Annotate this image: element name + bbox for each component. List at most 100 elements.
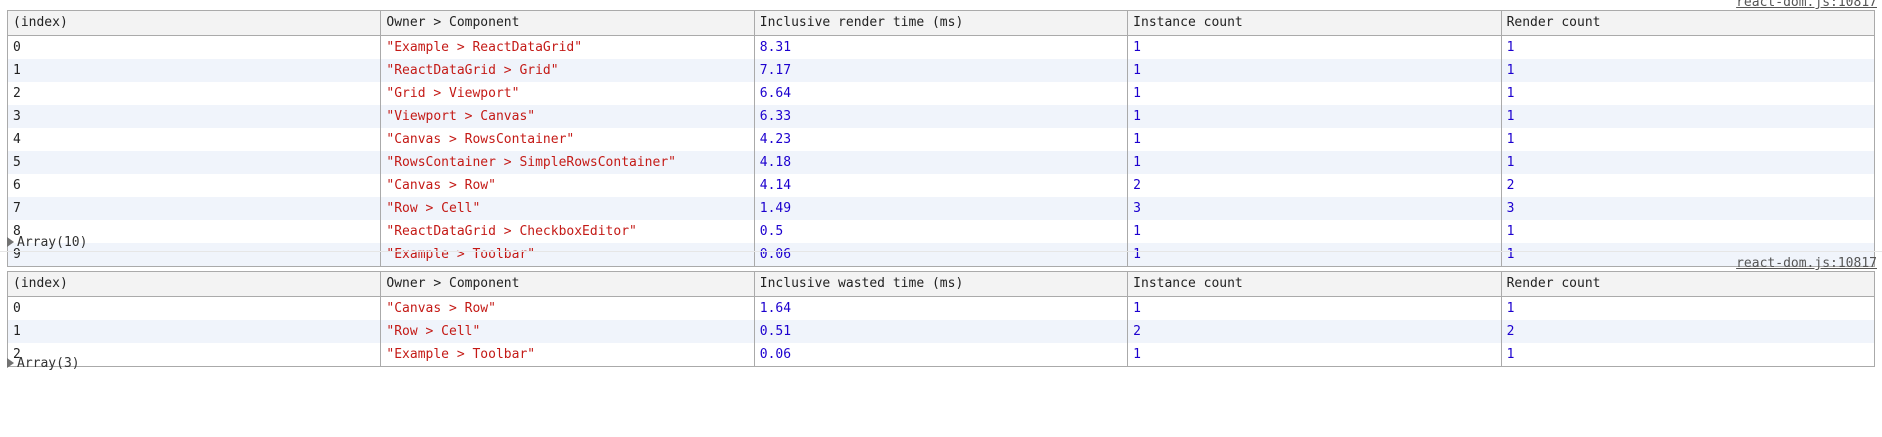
table-row: 6 "Canvas > Row" 4.14 2 2 <box>6 174 1876 197</box>
cell-index: 0 <box>6 296 382 320</box>
wasted-time-table: (index) Owner > Component Inclusive wast… <box>6 271 1876 367</box>
cell-time: 0.06 <box>753 343 1129 367</box>
column-header-owner-component[interactable]: Owner > Component <box>380 10 755 36</box>
cell-instance-count: 2 <box>1127 320 1502 343</box>
table-row: 9 "Example > Toolbar" 0.06 1 1 <box>6 243 1876 267</box>
table-header-row: (index) Owner > Component Inclusive wast… <box>6 271 1876 297</box>
render-time-table: (index) Owner > Component Inclusive rend… <box>6 10 1876 267</box>
cell-time: 4.18 <box>753 151 1129 174</box>
table-header-row: (index) Owner > Component Inclusive rend… <box>6 10 1876 36</box>
cell-index: 4 <box>6 128 382 151</box>
column-header-render-count[interactable]: Render count <box>1500 10 1876 36</box>
source-link[interactable]: react-dom.js:10817 <box>1736 0 1877 10</box>
column-header-index[interactable]: (index) <box>6 10 382 36</box>
cell-owner-component: "ReactDataGrid > Grid" <box>380 59 755 82</box>
cell-owner-component: "ReactDataGrid > CheckboxEditor" <box>380 220 755 243</box>
column-header-instance-count[interactable]: Instance count <box>1127 271 1502 297</box>
table-row: 5 "RowsContainer > SimpleRowsContainer" 4.… <box>6 151 1876 174</box>
cell-index: 7 <box>6 197 382 220</box>
cell-time: 0.06 <box>753 243 1129 267</box>
table-row: 7 "Row > Cell" 1.49 3 3 <box>6 197 1876 220</box>
column-header-inclusive-render-time[interactable]: Inclusive render time (ms) <box>753 10 1129 36</box>
source-link[interactable]: react-dom.js:10817 <box>1736 257 1877 271</box>
cell-render-count: 1 <box>1500 220 1876 243</box>
cell-instance-count: 1 <box>1127 82 1502 105</box>
table-row: 2 "Grid > Viewport" 6.64 1 1 <box>6 82 1876 105</box>
table-row: 2 "Example > Toolbar" 0.06 1 1 <box>6 343 1876 367</box>
cell-render-count: 1 <box>1500 128 1876 151</box>
column-header-inclusive-wasted-time[interactable]: Inclusive wasted time (ms) <box>753 271 1129 297</box>
cell-owner-component: "Row > Cell" <box>380 197 755 220</box>
table-body: 0 "Example > ReactDataGrid" 8.31 1 1 1 "ReactD… <box>6 35 1876 267</box>
column-header-owner-component[interactable]: Owner > Component <box>380 271 755 297</box>
cell-instance-count: 1 <box>1127 151 1502 174</box>
cell-index: 1 <box>6 320 382 343</box>
table-row: 4 "Canvas > RowsContainer" 4.23 1 1 <box>6 128 1876 151</box>
cell-render-count: 2 <box>1500 174 1876 197</box>
column-header-instance-count[interactable]: Instance count <box>1127 10 1502 36</box>
cell-index: 3 <box>6 105 382 128</box>
cell-owner-component: "Viewport > Canvas" <box>380 105 755 128</box>
cell-time: 7.17 <box>753 59 1129 82</box>
console-table: (index) Owner > Component Inclusive wast… <box>6 271 1876 367</box>
cell-render-count: 1 <box>1500 59 1876 82</box>
cell-owner-component: "RowsContainer > SimpleRowsContainer" <box>380 151 755 174</box>
array-label: Array(3) <box>17 356 80 371</box>
array-expander[interactable]: Array(3) <box>7 356 80 372</box>
cell-instance-count: 1 <box>1127 243 1502 267</box>
cell-time: 6.64 <box>753 82 1129 105</box>
cell-time: 1.49 <box>753 197 1129 220</box>
console-table: (index) Owner > Component Inclusive rend… <box>6 10 1876 267</box>
cell-instance-count: 3 <box>1127 197 1502 220</box>
table-row: 1 "ReactDataGrid > Grid" 7.17 1 1 <box>6 59 1876 82</box>
cell-render-count: 1 <box>1500 296 1876 320</box>
cell-time: 0.5 <box>753 220 1129 243</box>
cell-index: 2 <box>6 82 382 105</box>
cell-owner-component: "Canvas > Row" <box>380 296 755 320</box>
cell-instance-count: 2 <box>1127 174 1502 197</box>
array-expander[interactable]: Array(10) <box>7 235 87 251</box>
column-header-index[interactable]: (index) <box>6 271 382 297</box>
table-body: 0 "Canvas > Row" 1.64 1 1 1 "Row > Cell" 0.51 2 2… <box>6 296 1876 367</box>
cell-instance-count: 1 <box>1127 128 1502 151</box>
cell-owner-component: "Example > Toolbar" <box>380 343 755 367</box>
cell-render-count: 1 <box>1500 105 1876 128</box>
cell-owner-component: "Canvas > Row" <box>380 174 755 197</box>
table-row: 3 "Viewport > Canvas" 6.33 1 1 <box>6 105 1876 128</box>
table-row: 0 "Example > ReactDataGrid" 8.31 1 1 <box>6 35 1876 59</box>
column-header-render-count[interactable]: Render count <box>1500 271 1876 297</box>
table-row: 8 "ReactDataGrid > CheckboxEditor" 0.5 1 1 <box>6 220 1876 243</box>
cell-time: 0.51 <box>753 320 1129 343</box>
cell-render-count: 1 <box>1500 343 1876 367</box>
cell-owner-component: "Grid > Viewport" <box>380 82 755 105</box>
array-label: Array(10) <box>17 235 88 250</box>
cell-render-count: 2 <box>1500 320 1876 343</box>
cell-instance-count: 1 <box>1127 105 1502 128</box>
cell-index: 0 <box>6 35 382 59</box>
cell-instance-count: 1 <box>1127 296 1502 320</box>
cell-owner-component: "Example > ReactDataGrid" <box>380 35 755 59</box>
cell-index: 1 <box>6 59 382 82</box>
cell-render-count: 1 <box>1500 35 1876 59</box>
table-row: 1 "Row > Cell" 0.51 2 2 <box>6 320 1876 343</box>
cell-instance-count: 1 <box>1127 343 1502 367</box>
table-row: 0 "Canvas > Row" 1.64 1 1 <box>6 296 1876 320</box>
cell-time: 4.23 <box>753 128 1129 151</box>
cell-instance-count: 1 <box>1127 220 1502 243</box>
cell-time: 6.33 <box>753 105 1129 128</box>
console-message-divider <box>0 251 1882 252</box>
cell-instance-count: 1 <box>1127 35 1502 59</box>
cell-time: 8.31 <box>753 35 1129 59</box>
cell-index: 5 <box>6 151 382 174</box>
cell-instance-count: 1 <box>1127 59 1502 82</box>
expand-triangle-icon <box>7 358 14 368</box>
cell-index: 6 <box>6 174 382 197</box>
cell-render-count: 1 <box>1500 82 1876 105</box>
cell-render-count: 3 <box>1500 197 1876 220</box>
cell-owner-component: "Example > Toolbar" <box>380 243 755 267</box>
expand-triangle-icon <box>7 237 14 247</box>
cell-owner-component: "Row > Cell" <box>380 320 755 343</box>
cell-render-count: 1 <box>1500 151 1876 174</box>
cell-time: 4.14 <box>753 174 1129 197</box>
cell-owner-component: "Canvas > RowsContainer" <box>380 128 755 151</box>
